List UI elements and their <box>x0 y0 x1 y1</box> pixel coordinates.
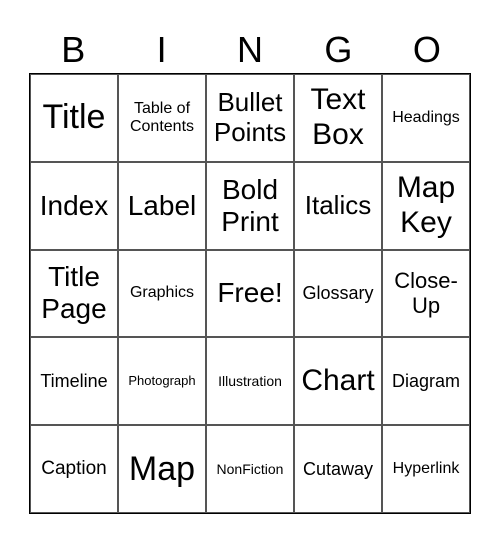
bingo-cell[interactable]: Illustration <box>206 337 294 426</box>
bingo-grid: Title Table of Contents Bullet Points Te… <box>29 73 471 514</box>
bingo-cell[interactable]: Headings <box>382 74 470 162</box>
bingo-free-cell[interactable]: Free! <box>206 249 294 338</box>
bingo-cell[interactable]: Diagram <box>382 337 470 426</box>
bingo-cell[interactable]: Graphics <box>118 249 206 338</box>
header-letter-i: I <box>156 29 167 70</box>
bingo-cell[interactable]: Close-Up <box>382 249 470 338</box>
bingo-cell[interactable]: Label <box>118 161 206 250</box>
bingo-cell[interactable]: Timeline <box>30 337 118 426</box>
bingo-cell[interactable]: Photograph <box>118 337 206 426</box>
bingo-cell[interactable]: NonFiction <box>206 425 294 513</box>
bingo-cell[interactable]: Bold Print <box>206 161 294 250</box>
bingo-cell[interactable]: Map <box>118 425 206 513</box>
bingo-cell[interactable]: Chart <box>294 337 382 426</box>
bingo-cell[interactable]: Bullet Points <box>206 74 294 162</box>
bingo-cell[interactable]: Hyperlink <box>382 425 470 513</box>
bingo-cell[interactable]: Title <box>30 74 118 162</box>
header-letter-o: O <box>412 29 441 70</box>
bingo-cell[interactable]: Glossary <box>294 249 382 338</box>
bingo-header: B I N G O <box>29 28 471 72</box>
bingo-cell[interactable]: Italics <box>294 161 382 250</box>
header-letter-b: B <box>61 29 86 70</box>
bingo-cell[interactable]: Title Page <box>30 249 118 338</box>
bingo-cell[interactable]: Text Box <box>294 74 382 162</box>
bingo-cell[interactable]: Map Key <box>382 161 470 250</box>
bingo-cell[interactable]: Cutaway <box>294 425 382 513</box>
bingo-cell[interactable]: Table of Contents <box>118 74 206 162</box>
header-letter-n: N <box>237 29 264 70</box>
header-letter-g: G <box>324 29 353 70</box>
bingo-cell[interactable]: Index <box>30 161 118 250</box>
bingo-cell[interactable]: Caption <box>30 425 118 513</box>
